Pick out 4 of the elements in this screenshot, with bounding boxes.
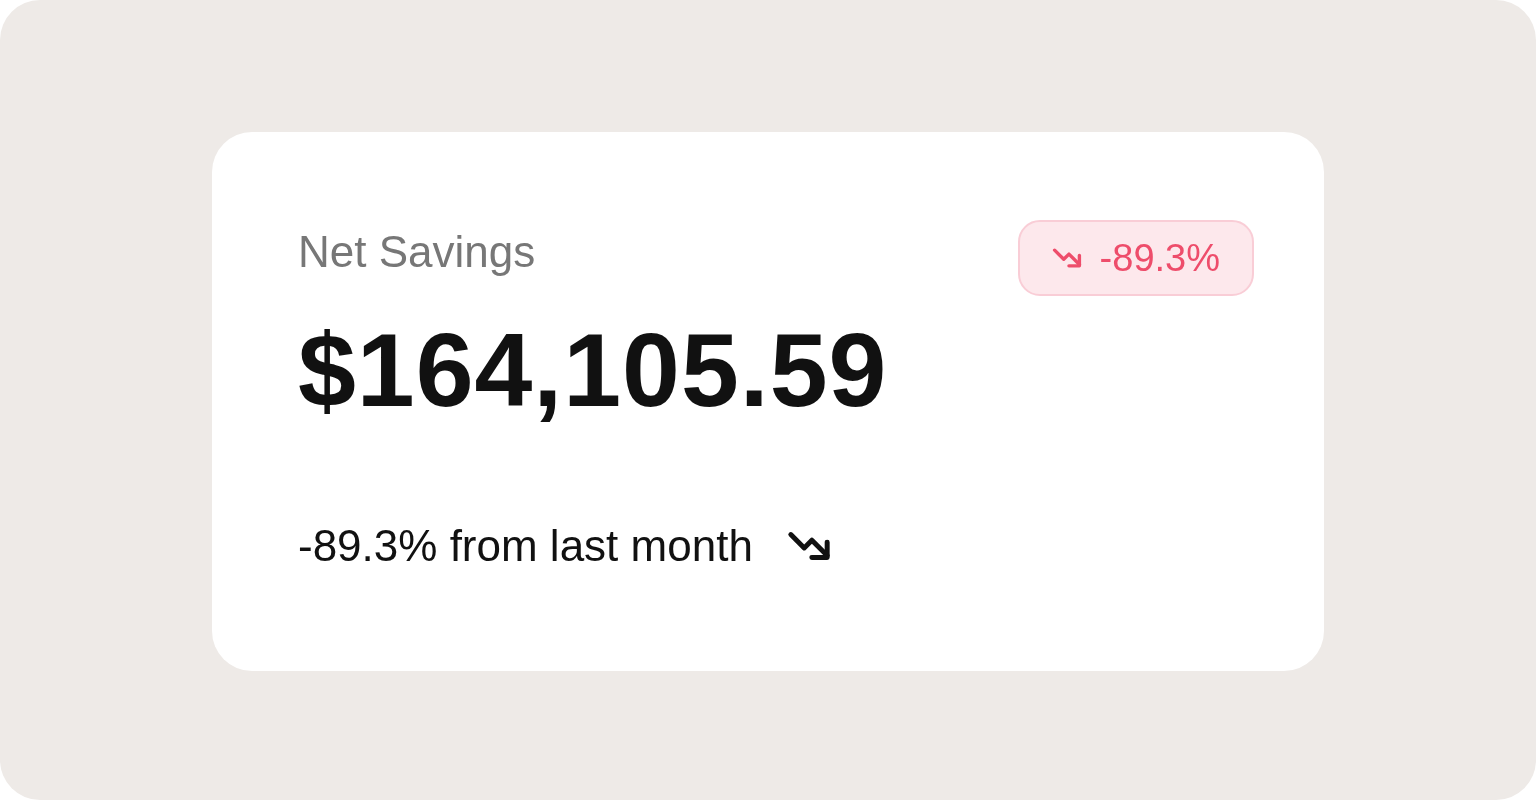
change-percentage: -89.3% bbox=[1099, 235, 1220, 281]
amount-value: $164,105.59 bbox=[298, 318, 889, 422]
card-title: Net Savings bbox=[298, 230, 536, 274]
comparison-text: -89.3% from last month bbox=[298, 524, 753, 568]
